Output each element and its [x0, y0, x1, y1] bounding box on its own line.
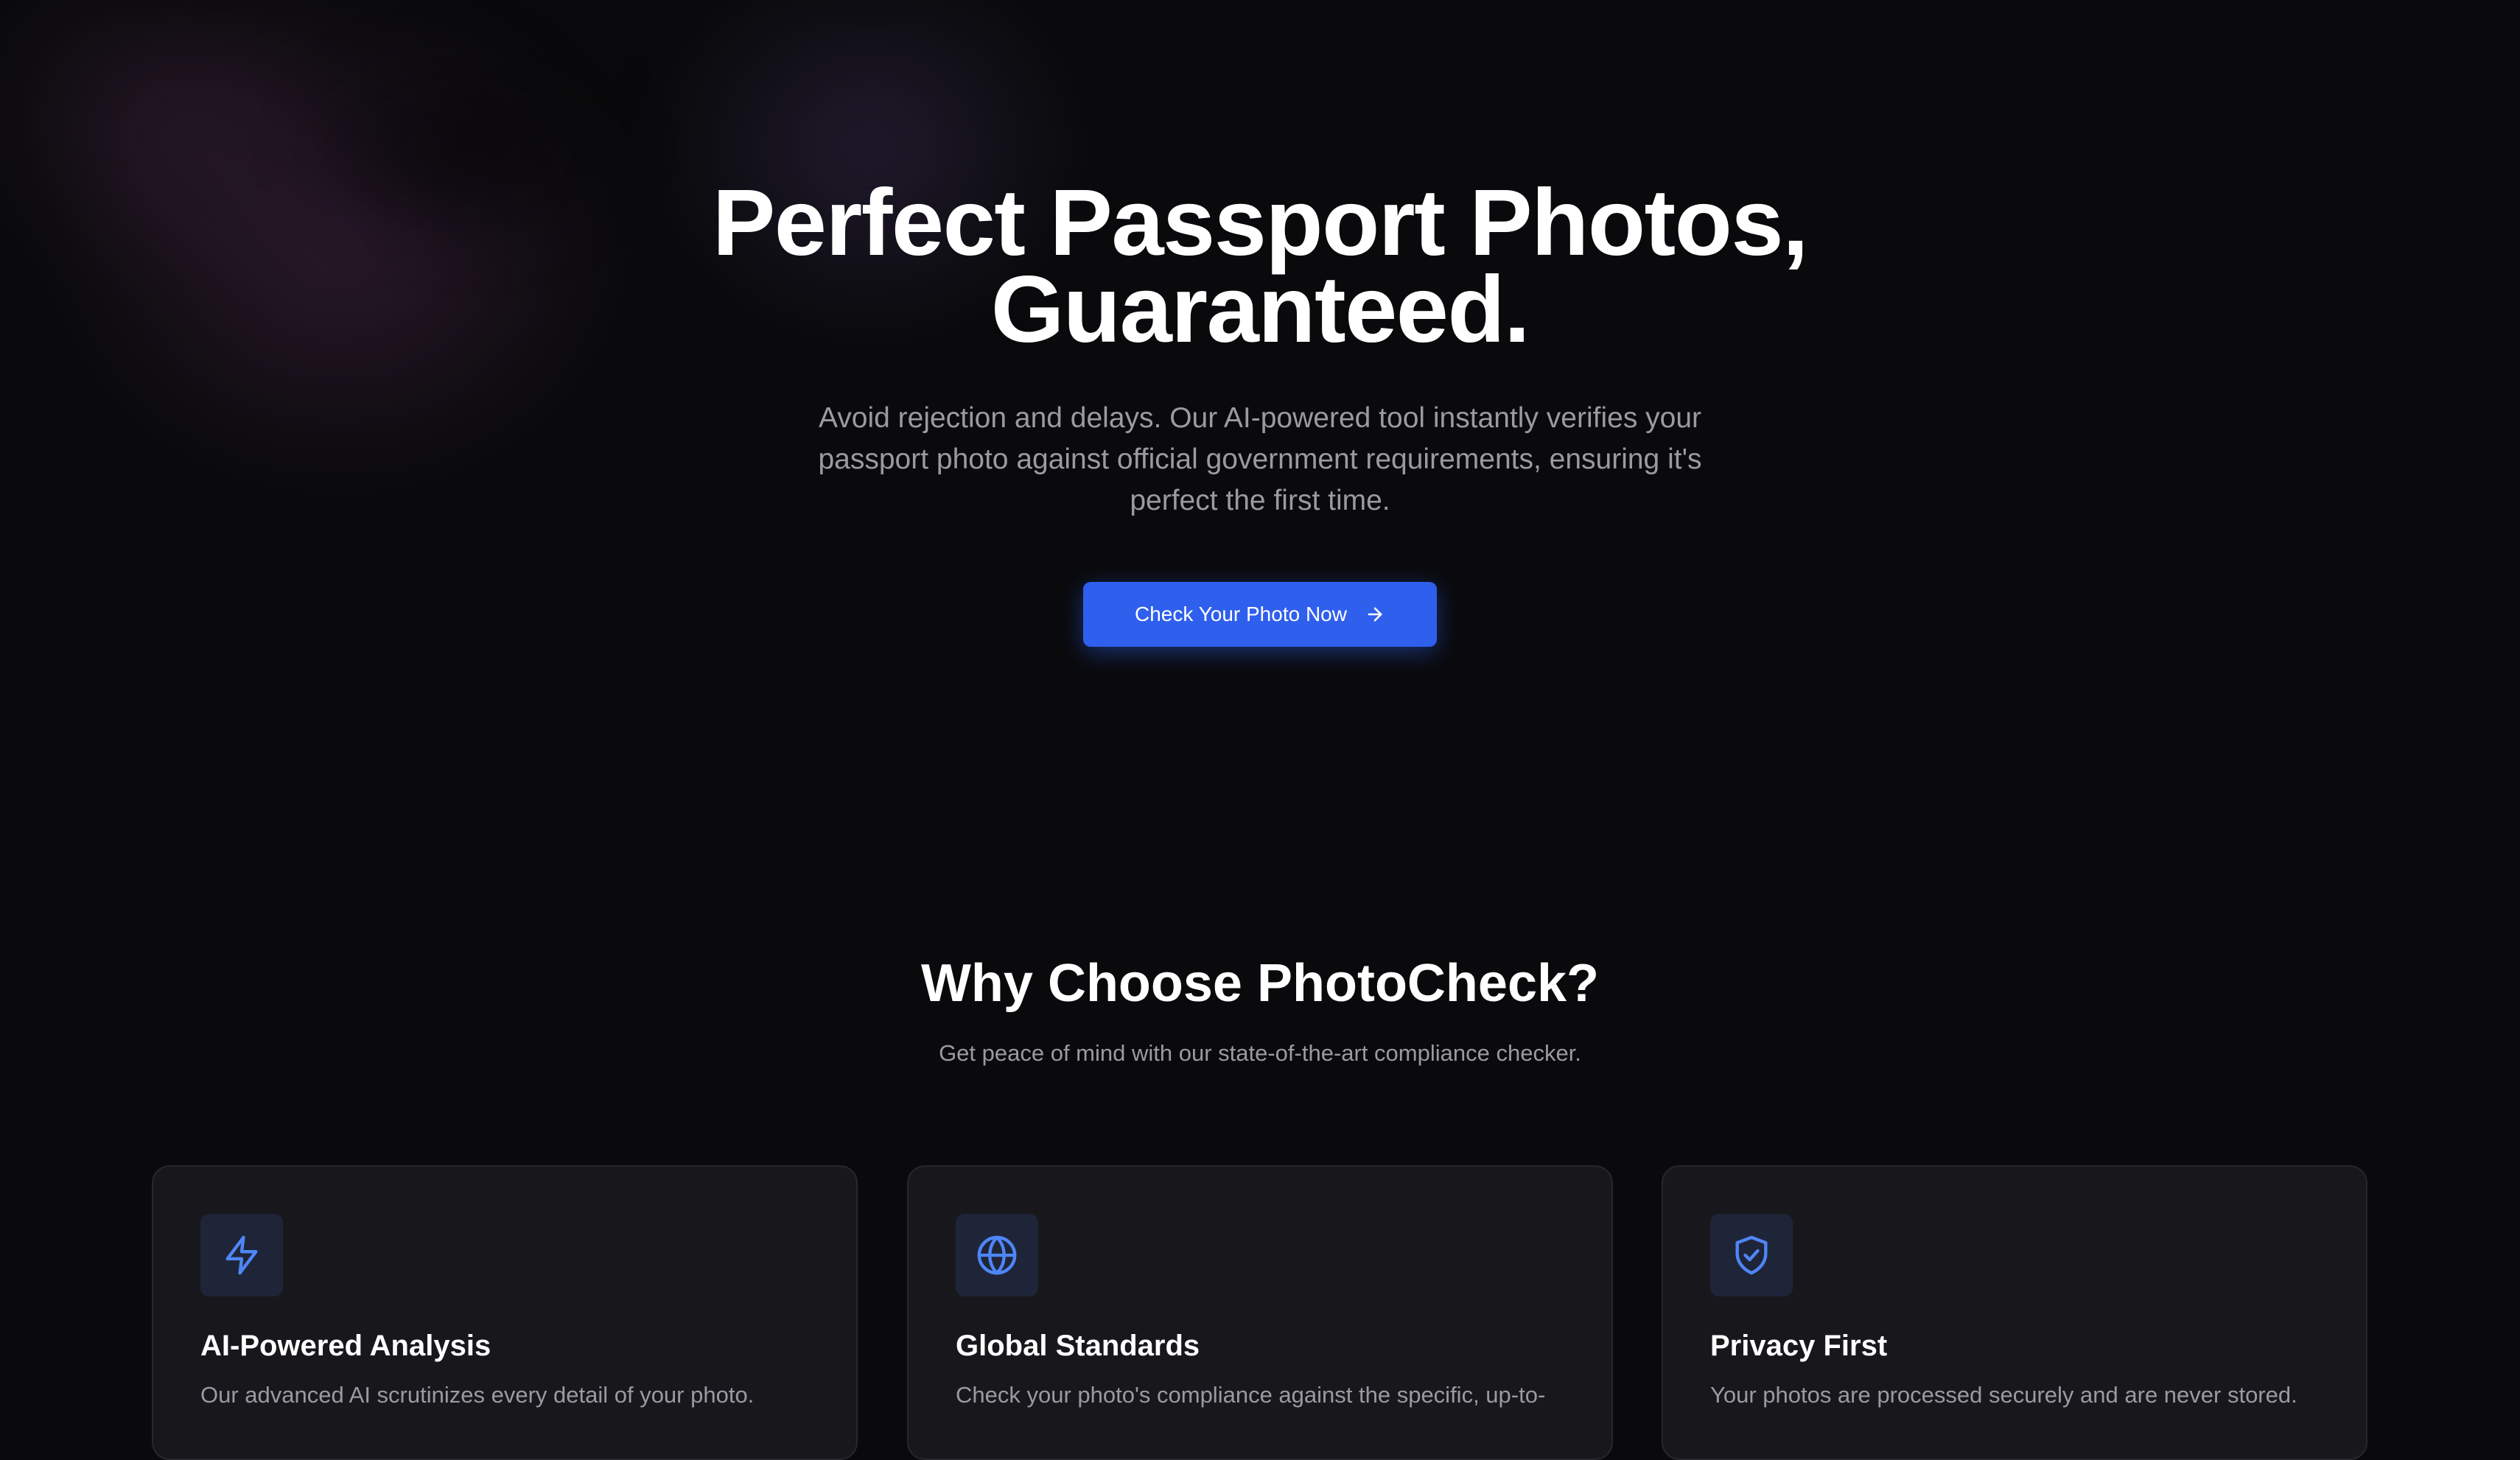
- feature-card-text: Your photos are processed securely and a…: [1710, 1382, 2297, 1408]
- feature-icon-box: [956, 1214, 1038, 1296]
- feature-card-text: Our advanced AI scrutinizes every detail…: [200, 1382, 755, 1408]
- check-photo-button-label: Check Your Photo Now: [1135, 603, 1347, 625]
- globe-icon: [977, 1235, 1017, 1275]
- arrow-right-icon: [1368, 607, 1382, 622]
- feature-icon-box: [200, 1214, 283, 1296]
- feature-card-privacy: Privacy First Your photos are processed …: [1662, 1165, 2367, 1460]
- feature-card-title: Privacy First: [1710, 1330, 1888, 1362]
- feature-card-text: Check your photo's compliance against th…: [956, 1382, 1546, 1408]
- check-photo-button[interactable]: Check Your Photo Now: [1083, 582, 1437, 647]
- feature-card-global-standards: Global Standards Check your photo's comp…: [907, 1165, 1613, 1460]
- feature-card-title: Global Standards: [956, 1330, 1200, 1362]
- features-title: Why Choose PhotoCheck?: [920, 954, 1600, 1013]
- hero-title-line-2: Guaranteed.: [990, 257, 1530, 362]
- shield-check-icon: [1735, 1235, 1768, 1275]
- hero-title: Perfect Passport Photos, Guaranteed.: [0, 170, 2520, 362]
- hero-title-line-1: Perfect Passport Photos,: [712, 170, 1809, 275]
- feature-icon-box: [1710, 1214, 1793, 1296]
- features-subtitle: Get peace of mind with our state-of-the-…: [939, 1040, 1581, 1066]
- lightning-icon: [225, 1235, 258, 1275]
- feature-card-title: AI-Powered Analysis: [200, 1330, 491, 1362]
- hero-subtitle: Avoid rejection and delays. Our AI-power…: [818, 402, 1702, 516]
- feature-card-ai-analysis: AI-Powered Analysis Our advanced AI scru…: [152, 1165, 858, 1460]
